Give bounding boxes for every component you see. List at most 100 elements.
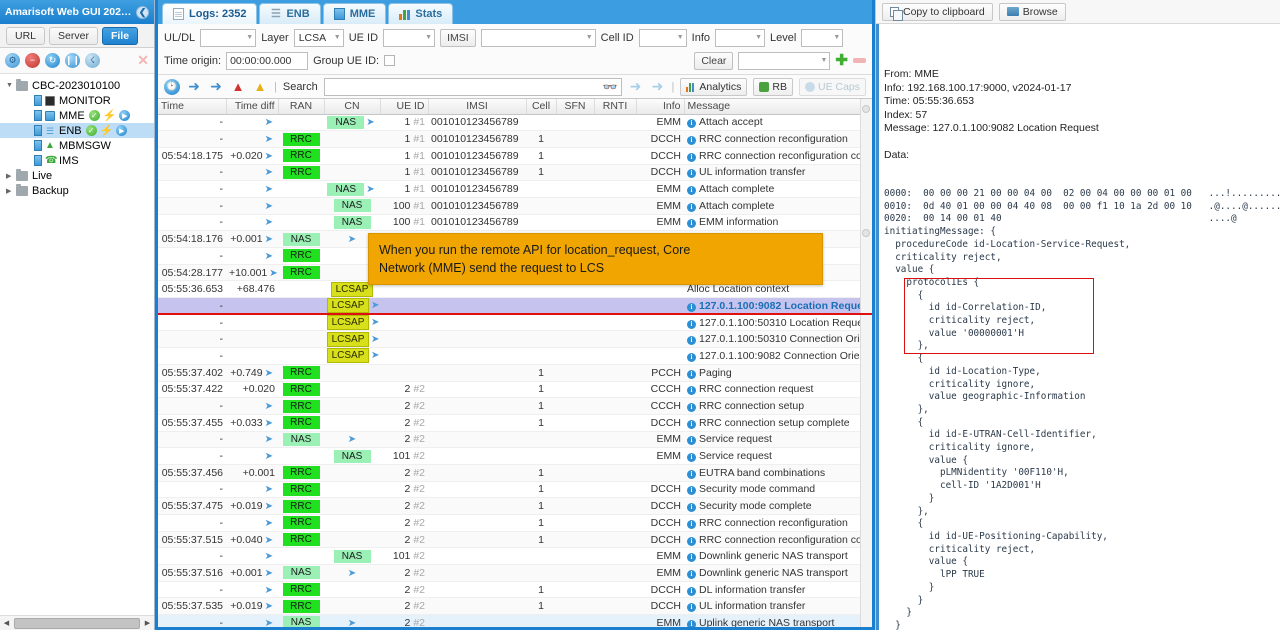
close-icon[interactable]: ✕: [137, 52, 149, 69]
table-row[interactable]: - ➤ RRC 2 #2 1 CCCH i RRC connection setup: [158, 397, 872, 415]
tree-node-ims[interactable]: ☎ IMS: [0, 153, 154, 168]
source-tab-file[interactable]: File: [101, 26, 139, 45]
table-row[interactable]: 05:55:37.455 +0.033 ➤ RRC 2 #2 1 DCCH i RRC conn…: [158, 414, 872, 432]
layer-select[interactable]: LCSA ▼: [293, 28, 344, 47]
table-row[interactable]: - ➤ RRC 2 #2 1 DCCH i RRC connection reconfigur…: [158, 514, 872, 532]
tree-node-cbc-2023010100[interactable]: ▼ CBC-2023010100: [0, 78, 154, 93]
imsi-button[interactable]: IMSI: [440, 28, 476, 47]
source-tab-server[interactable]: Server: [49, 26, 98, 45]
ueid-select[interactable]: ▼: [383, 28, 436, 47]
table-row[interactable]: - LCSAP ➤ i 127.0.1.100:50310 Location Reque…: [158, 314, 872, 332]
add-preset-icon[interactable]: ✚: [835, 53, 848, 68]
cellid-select[interactable]: ▼: [638, 28, 687, 47]
tree-node-enb[interactable]: ☰ ENB ✓ ⚡ ▶: [0, 123, 154, 138]
tree-node-mme[interactable]: MME ✓ ⚡ ▶: [0, 108, 154, 123]
table-row[interactable]: 05:55:37.422 +0.020 RRC 2 #2 1 CCCH i RRC conne…: [158, 381, 872, 399]
col-imsi[interactable]: IMSI: [428, 99, 527, 115]
clear-button[interactable]: Clear: [694, 51, 734, 70]
table-row[interactable]: - LCSAP ➤ i 127.0.1.100:50310 Connection Ori…: [158, 330, 872, 349]
chevron-left-icon[interactable]: ❮: [136, 5, 149, 19]
scroll-thumb[interactable]: [14, 617, 140, 629]
stop-icon[interactable]: −: [25, 53, 40, 68]
back-arrow-icon[interactable]: ➜: [186, 78, 202, 95]
clock-icon[interactable]: 🕑: [164, 78, 180, 95]
table-row[interactable]: 05:55:37.515 +0.040 ➤ RRC 2 #2 1 DCCH i RRC conn…: [158, 531, 872, 549]
col-info[interactable]: Info: [636, 99, 685, 115]
tree-node-monitor[interactable]: MONITOR: [0, 93, 154, 108]
tree-node-mbmsgw[interactable]: ▲ MBMSGW: [0, 138, 154, 153]
log-vertical-scrollbar[interactable]: [860, 99, 872, 627]
browse-button[interactable]: Browse: [998, 2, 1066, 21]
plug-icon[interactable]: ☇: [85, 53, 100, 68]
tab-enb[interactable]: ☰ ENB: [259, 3, 321, 24]
table-row[interactable]: - ➤ RRC 2 #2 1 DCCH i DL information transfer: [158, 581, 872, 599]
col-cn[interactable]: CN: [324, 99, 381, 115]
table-row[interactable]: 05:55:37.475 +0.019 ➤ RRC 2 #2 1 DCCH i Security…: [158, 497, 872, 515]
pause-icon[interactable]: ❙❙: [65, 53, 80, 68]
table-row[interactable]: - ➤ NAS 100 #1 001010123456789 EMM i EMM inform…: [158, 214, 872, 232]
table-row[interactable]: - ➤ RRC 1 #1 001010123456789 1 DCCH i RRC connec…: [158, 130, 872, 148]
table-row[interactable]: - ➤ NAS ➤ 2 #2 EMM i Service request: [158, 431, 872, 449]
col-timediff[interactable]: Time diff: [226, 99, 279, 115]
table-row[interactable]: 05:55:37.402 +0.749 ➤ RRC 1 PCCH i Paging: [158, 364, 872, 382]
preset-select[interactable]: ▼: [738, 51, 831, 70]
scroll-up-icon[interactable]: [862, 105, 870, 113]
log-table-header: Time Time diff RAN CN UE ID IMSI Cell SF…: [158, 99, 872, 115]
table-row[interactable]: - ➤ NAS 101 #2 EMM i Service request: [158, 447, 872, 465]
scroll-left-arrow-icon[interactable]: ◀: [0, 619, 13, 627]
analytics-button[interactable]: Analytics: [680, 77, 748, 96]
col-message[interactable]: Message: [684, 99, 872, 115]
time-origin-input[interactable]: 00:00:00.000: [226, 51, 309, 70]
col-rnti[interactable]: RNTI: [594, 99, 637, 115]
chevron-right-icon[interactable]: ▶: [6, 187, 16, 195]
table-row[interactable]: - LCSAP ➤ i 127.0.1.100:9082 Connection Orie…: [158, 347, 872, 365]
imsi-select[interactable]: ▼: [480, 28, 596, 47]
table-row[interactable]: - ➤ NAS ➤ 1 #1 001010123456789 EMM i Attach acce…: [158, 114, 872, 132]
refresh-icon[interactable]: ↻: [45, 53, 60, 68]
error-icon[interactable]: ▲: [230, 79, 246, 95]
remove-preset-icon[interactable]: [853, 58, 866, 63]
table-row[interactable]: 05:54:18.175 +0.020 ➤ RRC 1 #1 00101012345678…: [158, 147, 872, 165]
forward-arrow-icon[interactable]: ➜: [208, 78, 224, 95]
level-select[interactable]: ▼: [801, 28, 844, 47]
message-detail[interactable]: From: MME Info: 192.168.100.17:9000, v20…: [876, 24, 1280, 630]
wrench-icon[interactable]: ⚙: [5, 53, 20, 68]
search-prev-icon[interactable]: ➜: [628, 78, 644, 95]
table-row[interactable]: - ➤ RRC 1 #1 001010123456789 1 DCCH i UL informa…: [158, 164, 872, 182]
col-sfn[interactable]: SFN: [556, 99, 595, 115]
col-ran[interactable]: RAN: [278, 99, 325, 115]
binoculars-icon[interactable]: 👓: [603, 80, 618, 94]
table-row[interactable]: - LCSAP ➤ i 127.0.1.100:9082 Location Reques…: [158, 297, 872, 315]
search-next-icon[interactable]: ➜: [650, 78, 666, 95]
left-horizontal-scrollbar[interactable]: ◀ ▶: [0, 615, 154, 630]
tab-logs[interactable]: Logs: 2352: [162, 3, 258, 24]
scroll-marker[interactable]: [862, 229, 870, 237]
warning-icon[interactable]: ▲: [252, 79, 268, 95]
table-row[interactable]: - ➤ NAS ➤ 1 #1 001010123456789 EMM i Attach comp…: [158, 180, 872, 198]
table-row[interactable]: 05:55:37.535 +0.019 ➤ RRC 2 #2 1 DCCH i UL infor…: [158, 597, 872, 616]
source-tab-url[interactable]: URL: [6, 26, 46, 45]
col-time[interactable]: Time: [158, 99, 227, 115]
info-select[interactable]: ▼: [715, 28, 766, 47]
copy-to-clipboard-button[interactable]: Copy to clipboard: [882, 2, 993, 21]
search-input[interactable]: 👓: [323, 77, 622, 96]
tab-stats[interactable]: Stats: [388, 3, 454, 24]
group-ueid-checkbox[interactable]: [384, 55, 396, 66]
chevron-down-icon[interactable]: ▼: [6, 82, 16, 89]
tree-node-live[interactable]: ▶ Live: [0, 168, 154, 183]
table-row[interactable]: - ➤ NAS 100 #1 001010123456789 EMM i Attach com…: [158, 197, 872, 215]
scroll-right-arrow-icon[interactable]: ▶: [141, 619, 154, 627]
table-row[interactable]: - ➤ NAS ➤ 2 #2 EMM i Uplink generic NAS transpo…: [158, 614, 872, 627]
cell-info: EMM: [636, 214, 684, 232]
table-row[interactable]: 05:55:37.456 +0.001 RRC 2 #2 1 i EUTRA band co…: [158, 464, 872, 482]
col-ueid[interactable]: UE ID: [380, 99, 429, 115]
table-row[interactable]: - ➤ RRC 2 #2 1 DCCH i Security mode command: [158, 481, 872, 499]
rb-button[interactable]: RB: [753, 77, 793, 96]
col-cell[interactable]: Cell: [526, 99, 557, 115]
uldl-select[interactable]: ▼: [200, 28, 257, 47]
table-row[interactable]: 05:55:37.516 +0.001 ➤ NAS ➤ 2 #2 EMM i Downlink …: [158, 564, 872, 582]
chevron-right-icon[interactable]: ▶: [6, 172, 16, 180]
tab-mme[interactable]: MME: [322, 3, 387, 24]
table-row[interactable]: - ➤ NAS 101 #2 EMM i Downlink generic NAS tran…: [158, 547, 872, 566]
tree-node-backup[interactable]: ▶ Backup: [0, 183, 154, 198]
